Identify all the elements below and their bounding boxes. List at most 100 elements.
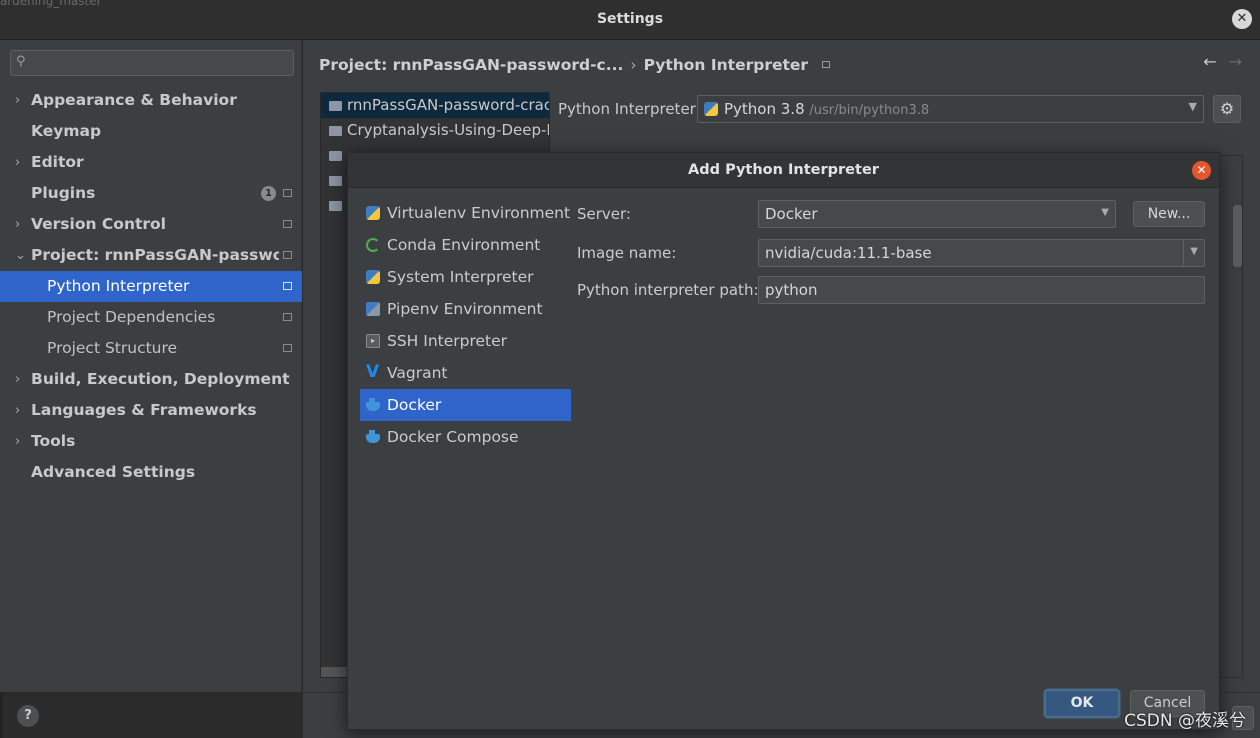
sidebar-item-label: Advanced Settings xyxy=(31,463,196,481)
project-scope-icon xyxy=(283,313,292,321)
type-ssh[interactable]: ▸ SSH Interpreter xyxy=(360,325,571,357)
type-docker[interactable]: Docker xyxy=(360,389,571,421)
type-label: Vagrant xyxy=(387,364,448,382)
sidebar-item-python-interpreter[interactable]: Python Interpreter xyxy=(0,271,302,302)
chevron-down-icon[interactable]: ▼ xyxy=(1189,100,1197,113)
window-close-button[interactable]: ✕ xyxy=(1232,9,1252,29)
help-button[interactable]: ? xyxy=(17,705,39,727)
project-scope-icon xyxy=(283,282,292,290)
new-server-button[interactable]: New... xyxy=(1133,201,1205,227)
chevron-right-icon[interactable]: › xyxy=(15,395,20,426)
project-name: Cryptanalysis-Using-Deep-Ne xyxy=(347,121,550,139)
navigation-arrows: ← → xyxy=(1203,52,1242,71)
type-virtualenv[interactable]: Virtualenv Environment xyxy=(360,197,571,229)
chevron-down-icon[interactable]: ▼ xyxy=(1190,246,1198,257)
settings-tree: › Appearance & Behavior Keymap › Editor … xyxy=(0,85,302,488)
server-select[interactable]: Docker ▼ xyxy=(758,200,1116,228)
dialog-close-button[interactable]: ✕ xyxy=(1192,161,1211,180)
interpreter-path-input[interactable]: python xyxy=(758,276,1205,304)
vertical-scrollbar[interactable] xyxy=(1233,205,1242,267)
sidebar-item-project-dependencies[interactable]: Project Dependencies xyxy=(0,302,302,333)
server-value: Docker xyxy=(765,205,818,223)
type-label: Docker Compose xyxy=(387,428,519,446)
chevron-right-icon[interactable]: › xyxy=(15,209,20,240)
settings-search-input[interactable]: ⚲ xyxy=(10,50,294,76)
interpreter-select[interactable]: Python 3.8 /usr/bin/python3.8 ▼ xyxy=(697,95,1204,123)
breadcrumb: Project: rnnPassGAN-password-c... › Python… xyxy=(319,56,831,74)
chevron-down-icon[interactable]: ⌄ xyxy=(15,240,26,271)
chevron-right-icon[interactable]: › xyxy=(15,85,20,116)
forward-arrow-icon[interactable]: → xyxy=(1229,52,1242,71)
interpreter-path-value: python xyxy=(765,281,818,299)
breadcrumb-project: Project: rnnPassGAN-password-c... xyxy=(319,56,624,74)
plugins-update-badge: 1 xyxy=(261,186,276,201)
type-vagrant[interactable]: V Vagrant xyxy=(360,357,571,389)
folder-icon xyxy=(329,201,342,211)
type-label: Conda Environment xyxy=(387,236,541,254)
sidebar-item-label: Build, Execution, Deployment xyxy=(31,370,290,388)
project-name: rnnPassGAN-password-crack xyxy=(347,96,550,114)
sidebar-item-tools[interactable]: › Tools xyxy=(0,426,302,457)
image-name-combo[interactable]: nvidia/cuda:11.1-base ▼ xyxy=(758,239,1205,267)
search-icon: ⚲ xyxy=(16,54,26,69)
settings-sidebar: ⚲ › Appearance & Behavior Keymap › Edito… xyxy=(0,40,302,692)
list-item[interactable]: rnnPassGAN-password-crack xyxy=(321,93,549,118)
ok-button[interactable]: OK xyxy=(1045,690,1119,717)
interpreter-label: Python Interpreter: xyxy=(558,100,701,118)
path-row: Python interpreter path: python xyxy=(577,276,1217,304)
project-scope-icon xyxy=(283,344,292,352)
chevron-down-icon: ▼ xyxy=(1101,207,1109,218)
type-conda[interactable]: Conda Environment xyxy=(360,229,571,261)
interpreter-path: /usr/bin/python3.8 xyxy=(809,103,930,118)
chevron-right-icon[interactable]: › xyxy=(15,426,20,457)
sidebar-item-plugins[interactable]: Plugins 1 xyxy=(0,178,302,209)
ssh-icon: ▸ xyxy=(366,334,380,348)
sidebar-item-advanced[interactable]: Advanced Settings xyxy=(0,457,302,488)
window-titlebar: ardening_master Settings ✕ xyxy=(0,0,1260,40)
sidebar-item-label: Appearance & Behavior xyxy=(31,91,237,109)
sidebar-item-project[interactable]: ⌄ Project: rnnPassGAN-password-c xyxy=(0,240,302,271)
breadcrumb-separator: › xyxy=(630,56,637,74)
type-pipenv[interactable]: Pipenv Environment xyxy=(360,293,571,325)
sidebar-item-project-structure[interactable]: Project Structure xyxy=(0,333,302,364)
project-scope-icon xyxy=(283,189,292,197)
sidebar-item-label: Project Dependencies xyxy=(47,308,216,326)
add-interpreter-dialog: Add Python Interpreter ✕ Virtualenv Envi… xyxy=(347,152,1220,730)
breadcrumb-page: Python Interpreter xyxy=(643,56,809,74)
vagrant-icon: V xyxy=(366,362,380,382)
sidebar-item-label: Version Control xyxy=(31,215,166,233)
type-docker-compose[interactable]: Docker Compose xyxy=(360,421,571,453)
sidebar-item-label: Plugins xyxy=(31,184,96,202)
docker-compose-icon xyxy=(366,430,380,443)
server-row: Server: Docker ▼ New... xyxy=(577,200,1217,228)
sidebar-item-label: Project Structure xyxy=(47,339,178,357)
server-label: Server: xyxy=(577,205,631,223)
folder-icon xyxy=(329,176,342,186)
sidebar-item-build[interactable]: › Build, Execution, Deployment xyxy=(0,364,302,395)
image-name-value: nvidia/cuda:11.1-base xyxy=(765,244,932,262)
sidebar-item-label: Project: rnnPassGAN-password-c xyxy=(31,246,279,264)
docker-icon xyxy=(366,398,380,411)
image-name-label: Image name: xyxy=(577,244,677,262)
sidebar-item-keymap[interactable]: Keymap xyxy=(0,116,302,147)
sidebar-item-label: Keymap xyxy=(31,122,102,140)
sidebar-item-languages[interactable]: › Languages & Frameworks xyxy=(0,395,302,426)
chevron-right-icon[interactable]: › xyxy=(15,364,20,395)
list-item[interactable]: Cryptanalysis-Using-Deep-Ne xyxy=(321,118,549,143)
type-system[interactable]: System Interpreter xyxy=(360,261,571,293)
virtualenv-icon xyxy=(366,206,380,220)
sidebar-item-appearance[interactable]: › Appearance & Behavior xyxy=(0,85,302,116)
sidebar-item-version-control[interactable]: › Version Control xyxy=(0,209,302,240)
back-arrow-icon[interactable]: ← xyxy=(1203,52,1216,71)
dialog-title: Add Python Interpreter xyxy=(688,162,879,178)
folder-icon xyxy=(329,126,342,136)
system-python-icon xyxy=(366,270,380,284)
sidebar-item-label: Editor xyxy=(31,153,84,171)
sidebar-item-editor[interactable]: › Editor xyxy=(0,147,302,178)
chevron-right-icon[interactable]: › xyxy=(15,147,20,178)
interpreter-settings-button[interactable]: ⚙ xyxy=(1213,95,1241,123)
type-label: Pipenv Environment xyxy=(387,300,543,318)
gear-icon: ⚙ xyxy=(1219,99,1235,118)
project-scope-icon xyxy=(283,220,292,228)
type-label: SSH Interpreter xyxy=(387,332,508,350)
